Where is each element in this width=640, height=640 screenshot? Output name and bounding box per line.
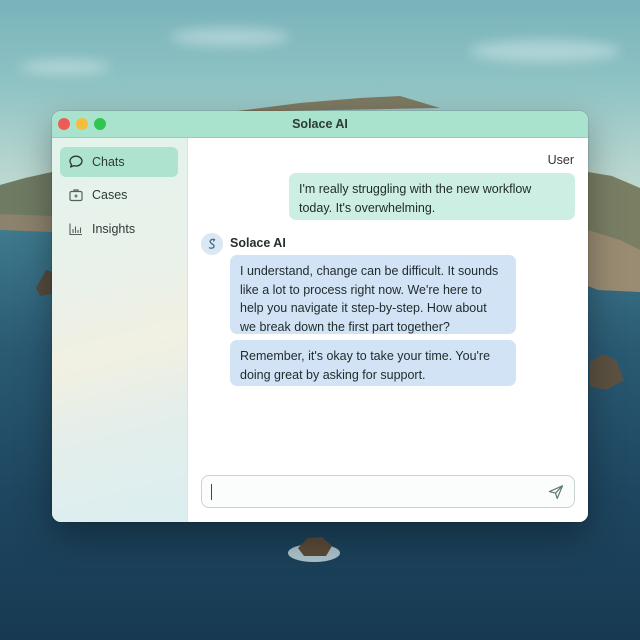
solace-logo-icon: [208, 238, 216, 249]
sidebar-item-label: Cases: [92, 188, 128, 202]
sidebar-item-chats[interactable]: Chats: [60, 147, 178, 177]
chat-bubble-icon: [67, 153, 85, 171]
title-bar[interactable]: Solace AI: [52, 111, 588, 138]
app-window: Solace AI Chats Cases Insights User I'm …: [52, 111, 588, 522]
bar-chart-icon: [67, 220, 85, 238]
sidebar: Chats Cases Insights: [52, 138, 188, 522]
bot-message-bubble: I understand, change can be difficult. I…: [230, 255, 516, 334]
briefcase-icon: [67, 186, 85, 204]
chat-area: User I'm really struggling with the new …: [188, 138, 588, 522]
solace-avatar: [201, 233, 223, 255]
sidebar-item-cases[interactable]: Cases: [60, 180, 178, 210]
user-sender-label: User: [547, 153, 574, 167]
sidebar-item-label: Chats: [92, 155, 125, 169]
user-message-bubble: I'm really struggling with the new workf…: [289, 173, 575, 220]
send-button[interactable]: [547, 483, 565, 501]
send-icon: [548, 485, 564, 500]
bot-sender-label: Solace AI: [230, 236, 286, 250]
text-caret: [211, 484, 212, 500]
sidebar-item-label: Insights: [92, 222, 136, 236]
message-composer[interactable]: [201, 475, 575, 508]
window-title: Solace AI: [292, 117, 348, 131]
sidebar-item-insights[interactable]: Insights: [60, 214, 178, 244]
message-input[interactable]: [210, 480, 534, 505]
bot-message-bubble: Remember, it's okay to take your time. Y…: [230, 340, 516, 386]
